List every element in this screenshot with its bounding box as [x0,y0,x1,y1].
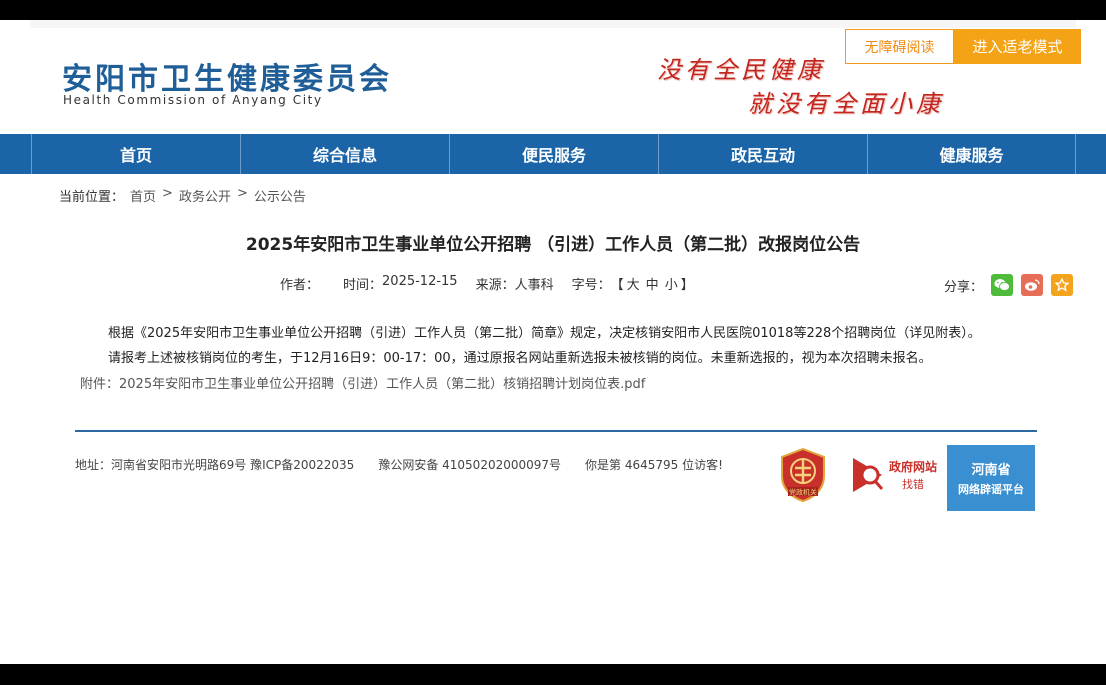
attachment-label: 附件： [80,377,120,392]
page: 安阳市卫生健康委员会 Health Commission of Anyang C… [0,20,1106,664]
site-logo-title[interactable]: 安阳市卫生健康委员会 [62,54,392,98]
slogan-line-1: 没有全民健康 [657,56,825,84]
slogan-line-2: 就没有全面小康 [748,90,944,118]
gov-site-error-report-badge[interactable]: 政府网站 找错 [852,454,942,496]
footer-police-record[interactable]: 豫公网安备 41050202000097号 [378,456,561,473]
fontsize-large-button[interactable]: 大 [627,274,640,293]
nav-item-home[interactable]: 首页 [31,134,240,174]
header-top-strip [30,20,1076,28]
fontsize-label: 字号： [571,278,611,293]
time-label: 时间： [343,278,383,293]
elder-mode-button[interactable]: 进入适老模式 [954,29,1081,64]
rumor-badge-line-2: 网络辟谣平台 [958,483,1024,496]
share-label: 分享： [944,279,984,295]
site-header: 安阳市卫生健康委员会 Health Commission of Anyang C… [0,20,1106,134]
party-government-badge-icon[interactable]: 党政机关 [780,447,826,503]
time-value: 2025-12-15 [382,274,458,289]
article-paragraph-2: 请报考上述被核销岗位的考生，于12月16日9：00-17：00，通过原报名网站重… [108,351,932,366]
rumor-badge-line-1: 河南省 [971,463,1011,478]
fontsize-bracket-open: 【 [610,278,624,293]
nav-item-interaction[interactable]: 政民互动 [658,134,867,174]
breadcrumb-separator: > [236,186,248,201]
footer-visitor-count: 你是第 4645795 位访客! [585,458,723,472]
henan-rumor-platform-badge[interactable]: 河南省 网络辟谣平台 [947,445,1035,511]
fontsize-medium-button[interactable]: 中 [646,274,659,293]
share-bar: 分享： [944,274,1074,296]
attachment-link[interactable]: 2025年安阳市卫生事业单位公开招聘（引进）工作人员（第二批）核销招聘计划岗位表… [119,377,645,392]
fontsize-small-button[interactable]: 小 [665,274,678,293]
breadcrumb-home[interactable]: 首页 [130,186,156,205]
article-title: 2025年安阳市卫生事业单位公开招聘 （引进）工作人员（第二批）改报岗位公告 [245,235,861,255]
nav-item-public-services[interactable]: 便民服务 [449,134,658,174]
main-nav: 首页 综合信息 便民服务 政民互动 健康服务 [0,134,1106,174]
weibo-share-icon[interactable] [1021,274,1044,296]
breadcrumb-prefix: 当前位置： [59,190,125,205]
article-meta: 作者： 时间： 2025-12-15 来源： 人事科 字号： 【 大 中 小 】 [280,274,694,293]
breadcrumb-separator: > [162,186,173,201]
wechat-share-icon[interactable] [991,274,1014,296]
footer-address: 地址：河南省安阳市光明路69号 豫ICP备20022035 [75,458,355,472]
source-label: 来源： [475,278,515,293]
breadcrumb-announcements[interactable]: 公示公告 [254,186,306,205]
favorite-star-icon[interactable] [1051,274,1074,296]
site-logo-subtitle: Health Commission of Anyang City [63,93,323,107]
svg-text:找错: 找错 [902,477,924,491]
svg-text:政府网站: 政府网站 [889,459,937,474]
svg-text:党政机关: 党政机关 [789,488,817,497]
source-value: 人事科 [514,278,554,293]
author-label: 作者： [280,278,320,293]
nav-item-health-services[interactable]: 健康服务 [867,134,1076,174]
article-paragraph-1: 根据《2025年安阳市卫生事业单位公开招聘（引进）工作人员（第二批）简章》规定，… [108,326,981,341]
attachment-row: 附件：2025年安阳市卫生事业单位公开招聘（引进）工作人员（第二批）核销招聘计划… [80,373,645,392]
footer-info: 地址：河南省安阳市光明路69号 豫ICP备20022035 豫公网安备 4105… [75,456,723,473]
fontsize-bracket-close: 】 [680,278,694,293]
accessibility-reading-button[interactable]: 无障碍阅读 [845,29,954,64]
breadcrumb-government-affairs[interactable]: 政务公开 [179,186,231,205]
breadcrumb: 当前位置： 首页 > 政务公开 > 公示公告 [59,186,306,205]
footer-divider [75,430,1037,432]
nav-item-general-info[interactable]: 综合信息 [240,134,449,174]
